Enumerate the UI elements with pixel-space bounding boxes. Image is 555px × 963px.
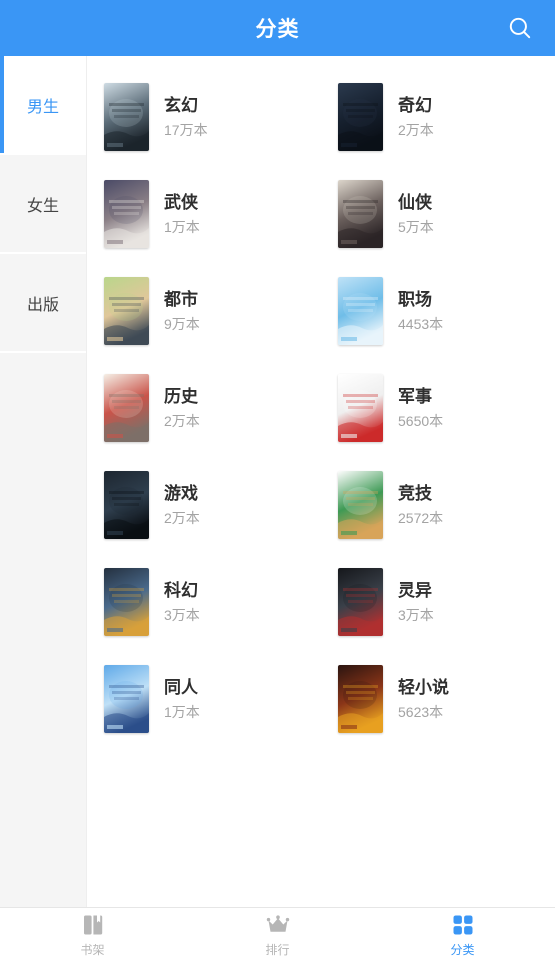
category-text: 历史 2万本 — [164, 386, 200, 430]
category-name: 竞技 — [398, 483, 432, 503]
book-cover-image — [338, 82, 383, 151]
category-item[interactable]: 游戏 2万本 — [87, 456, 321, 553]
category-name: 武侠 — [164, 192, 198, 212]
category-text: 仙侠 5万本 — [398, 192, 434, 236]
category-text: 同人 1万本 — [164, 677, 200, 721]
search-icon[interactable] — [503, 11, 537, 45]
category-text: 奇幻 2万本 — [398, 95, 434, 139]
book-cover-image — [338, 470, 383, 539]
category-book-count: 9万本 — [164, 315, 200, 332]
nav-tab-label: 分类 — [450, 943, 475, 957]
category-text: 武侠 1万本 — [164, 192, 200, 236]
category-book-count: 1万本 — [164, 218, 200, 235]
category-item[interactable]: 竞技 2572本 — [321, 456, 555, 553]
category-book-count: 4453本 — [398, 315, 444, 332]
category-item[interactable]: 仙侠 5万本 — [321, 165, 555, 262]
sidebar-item-1[interactable]: 男生 — [0, 56, 86, 155]
category-text: 都市 9万本 — [164, 289, 200, 333]
book-cover-image — [104, 82, 149, 151]
category-book-count: 3万本 — [398, 606, 434, 623]
category-name: 都市 — [164, 289, 198, 309]
category-book-count: 3万本 — [164, 606, 200, 623]
category-item[interactable]: 历史 2万本 — [87, 359, 321, 456]
sidebar-item-2[interactable]: 女生 — [0, 155, 86, 254]
book-icon — [81, 913, 105, 937]
category-item[interactable]: 职场 4453本 — [321, 262, 555, 359]
category-item[interactable]: 同人 1万本 — [87, 650, 321, 747]
category-name: 灵异 — [398, 580, 432, 600]
category-name: 军事 — [398, 386, 432, 406]
category-name: 玄幻 — [164, 95, 198, 115]
category-grid: 玄幻 17万本 奇幻 2万本 武侠 1万本 仙侠 5万本 都市 9万本 职场 4453本 历史 2万本 军事… — [87, 56, 555, 963]
category-name: 历史 — [164, 386, 198, 406]
book-cover-image — [104, 664, 149, 733]
category-book-count: 1万本 — [164, 703, 200, 720]
bottom-navigation: 书架 排行 分类 — [0, 907, 555, 963]
page-body: 男生 女生 出版 玄幻 17万本 奇幻 2万本 武侠 1万本 仙侠 5万本 都市 9万本 职场 4453本… — [0, 56, 555, 963]
sidebar-item-label: 出版 — [26, 296, 59, 314]
page-title: 分类 — [255, 18, 300, 41]
category-item[interactable]: 都市 9万本 — [87, 262, 321, 359]
category-name: 仙侠 — [398, 192, 432, 212]
book-cover-image — [104, 567, 149, 636]
category-book-count: 2万本 — [164, 412, 200, 429]
category-text: 军事 5650本 — [398, 386, 443, 430]
nav-tab-label: 排行 — [265, 943, 290, 957]
nav-tab-1[interactable]: 书架 — [0, 908, 185, 963]
grid-icon — [451, 913, 475, 937]
category-text: 竞技 2572本 — [398, 483, 443, 527]
category-text: 游戏 2万本 — [164, 483, 200, 527]
book-cover-image — [338, 179, 383, 248]
book-cover-image — [338, 567, 383, 636]
category-item[interactable]: 科幻 3万本 — [87, 553, 321, 650]
category-item[interactable]: 灵异 3万本 — [321, 553, 555, 650]
sidebar-item-label: 女生 — [26, 197, 59, 215]
category-name: 轻小说 — [398, 677, 449, 697]
book-cover-image — [338, 276, 383, 345]
category-text: 玄幻 17万本 — [164, 95, 208, 139]
category-book-count: 2万本 — [398, 121, 434, 138]
crown-icon — [266, 913, 290, 937]
nav-tab-2[interactable]: 排行 — [185, 908, 370, 963]
category-name: 科幻 — [164, 580, 198, 600]
category-name: 游戏 — [164, 483, 198, 503]
nav-tab-3[interactable]: 分类 — [370, 908, 555, 963]
category-text: 轻小说 5623本 — [398, 677, 449, 721]
book-cover-image — [104, 470, 149, 539]
category-text: 职场 4453本 — [398, 289, 443, 333]
nav-tab-label: 书架 — [80, 943, 105, 957]
book-cover-image — [104, 276, 149, 345]
category-item[interactable]: 轻小说 5623本 — [321, 650, 555, 747]
book-cover-image — [338, 373, 383, 442]
category-item[interactable]: 玄幻 17万本 — [87, 68, 321, 165]
book-cover-image — [104, 373, 149, 442]
category-item[interactable]: 武侠 1万本 — [87, 165, 321, 262]
category-name: 奇幻 — [398, 95, 432, 115]
category-name: 职场 — [398, 289, 432, 309]
category-item[interactable]: 奇幻 2万本 — [321, 68, 555, 165]
category-book-count: 2572本 — [398, 509, 444, 526]
app-header: 分类 — [0, 0, 555, 56]
category-name: 同人 — [164, 677, 198, 697]
sidebar-item-3[interactable]: 出版 — [0, 254, 86, 353]
category-text: 灵异 3万本 — [398, 580, 434, 624]
sidebar-item-label: 男生 — [26, 98, 59, 116]
category-book-count: 2万本 — [164, 509, 200, 526]
category-book-count: 5万本 — [398, 218, 434, 235]
category-book-count: 17万本 — [164, 121, 208, 138]
book-cover-image — [338, 664, 383, 733]
category-book-count: 5623本 — [398, 703, 444, 720]
book-cover-image — [104, 179, 149, 248]
category-item[interactable]: 军事 5650本 — [321, 359, 555, 456]
category-book-count: 5650本 — [398, 412, 444, 429]
category-sidebar: 男生 女生 出版 — [0, 56, 87, 963]
category-text: 科幻 3万本 — [164, 580, 200, 624]
